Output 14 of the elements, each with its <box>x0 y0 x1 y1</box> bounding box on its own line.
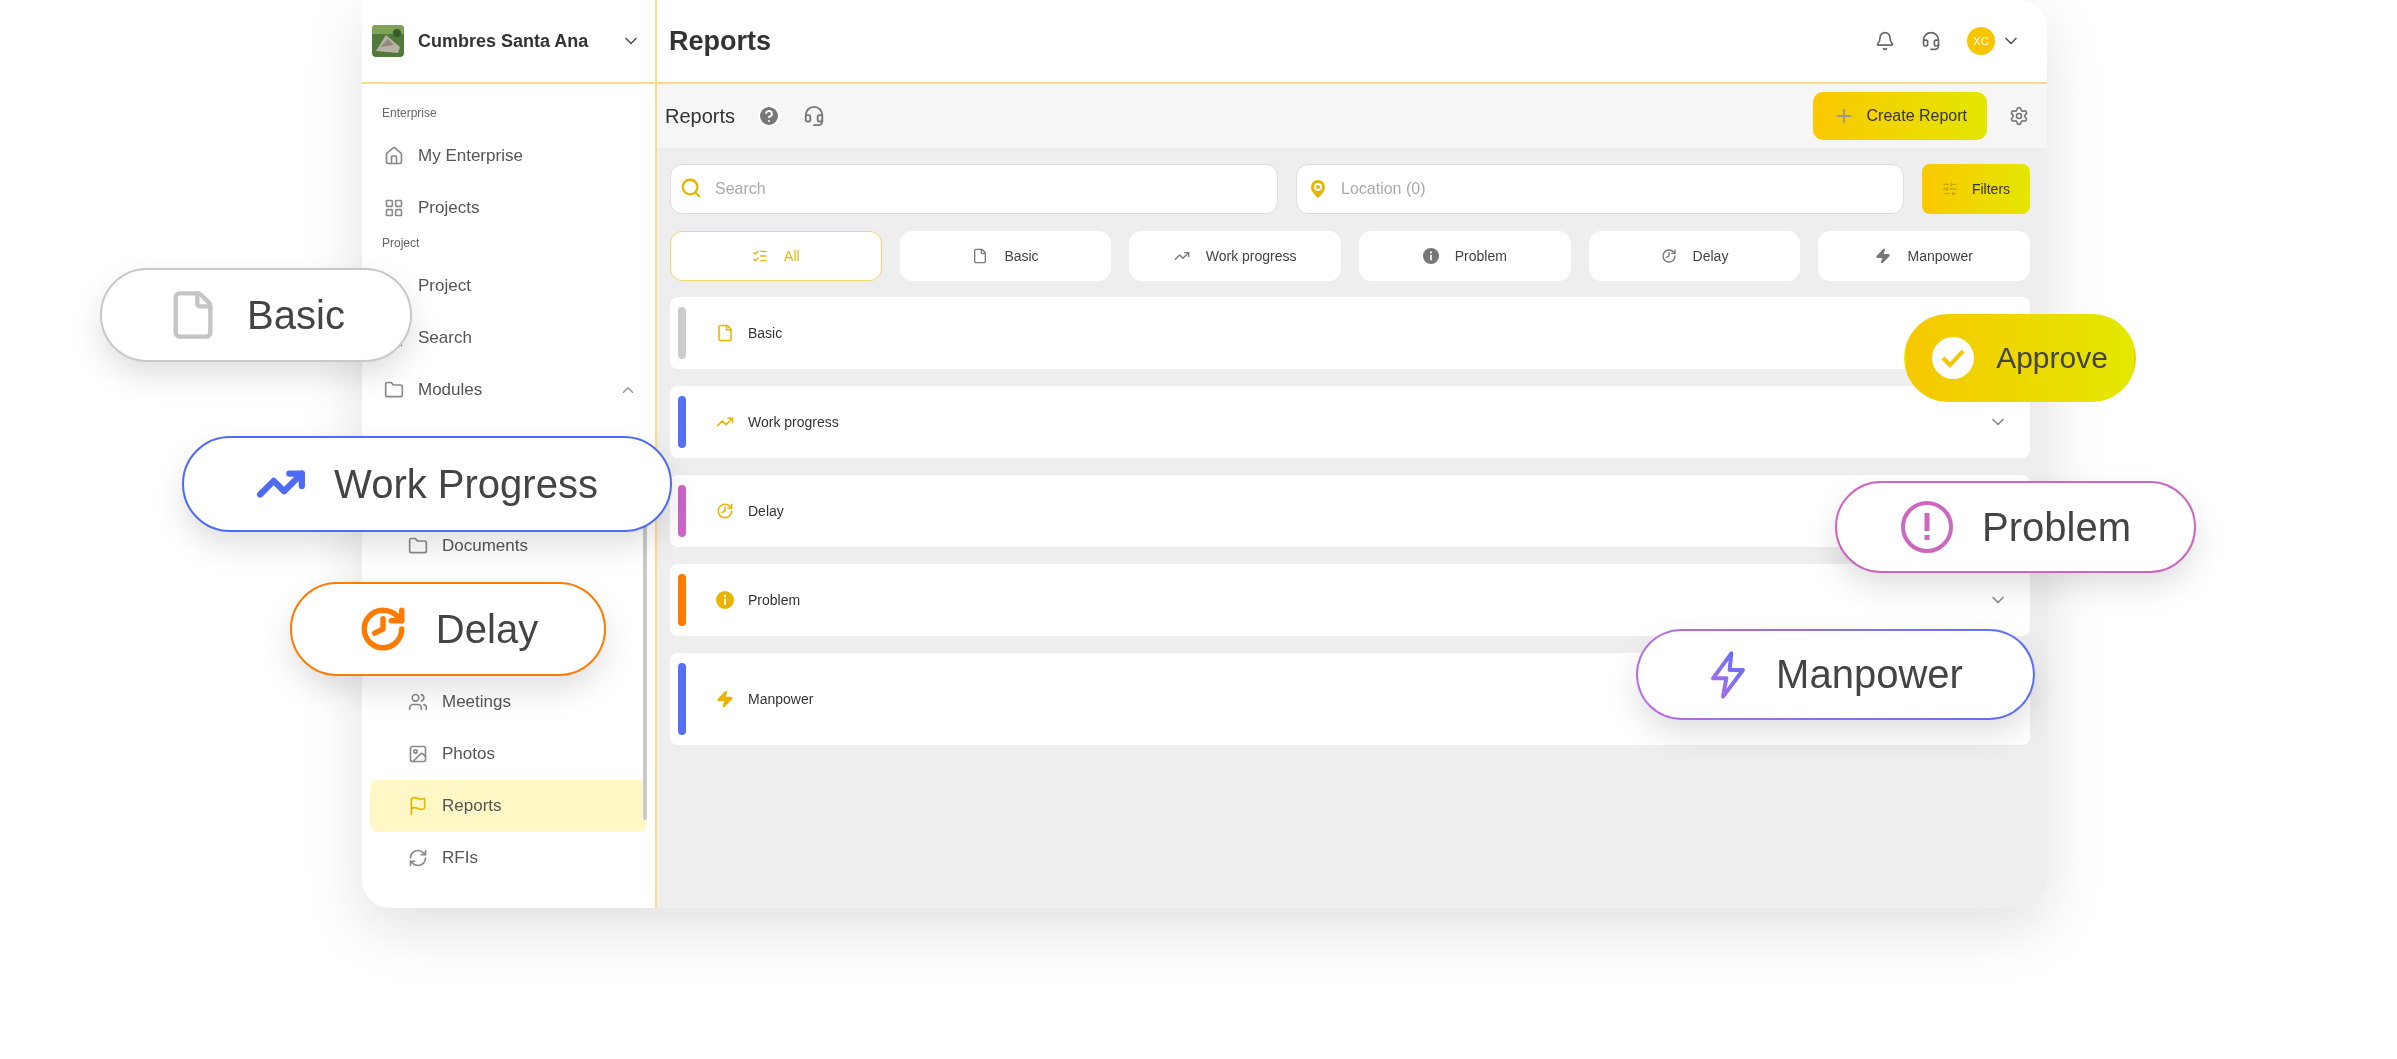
callout-label: Delay <box>435 606 539 652</box>
page-title: Reports <box>669 25 772 57</box>
report-type-label: Problem <box>748 592 802 608</box>
section-title: Reports <box>665 104 736 128</box>
report-type-label: Basic <box>748 325 784 341</box>
report-type-label: Manpower <box>748 691 815 707</box>
report-type-label: Work progress <box>748 414 840 430</box>
callout-label: Basic <box>247 292 345 338</box>
callout-label: Manpower <box>1776 652 1963 697</box>
section-label: Project <box>381 236 421 250</box>
section-label: Enterprise <box>381 106 438 120</box>
project-name: Cumbres Santa Ana <box>418 30 590 52</box>
callout-label: Work Progress <box>334 461 598 507</box>
report-type-label: Delay <box>748 503 785 519</box>
